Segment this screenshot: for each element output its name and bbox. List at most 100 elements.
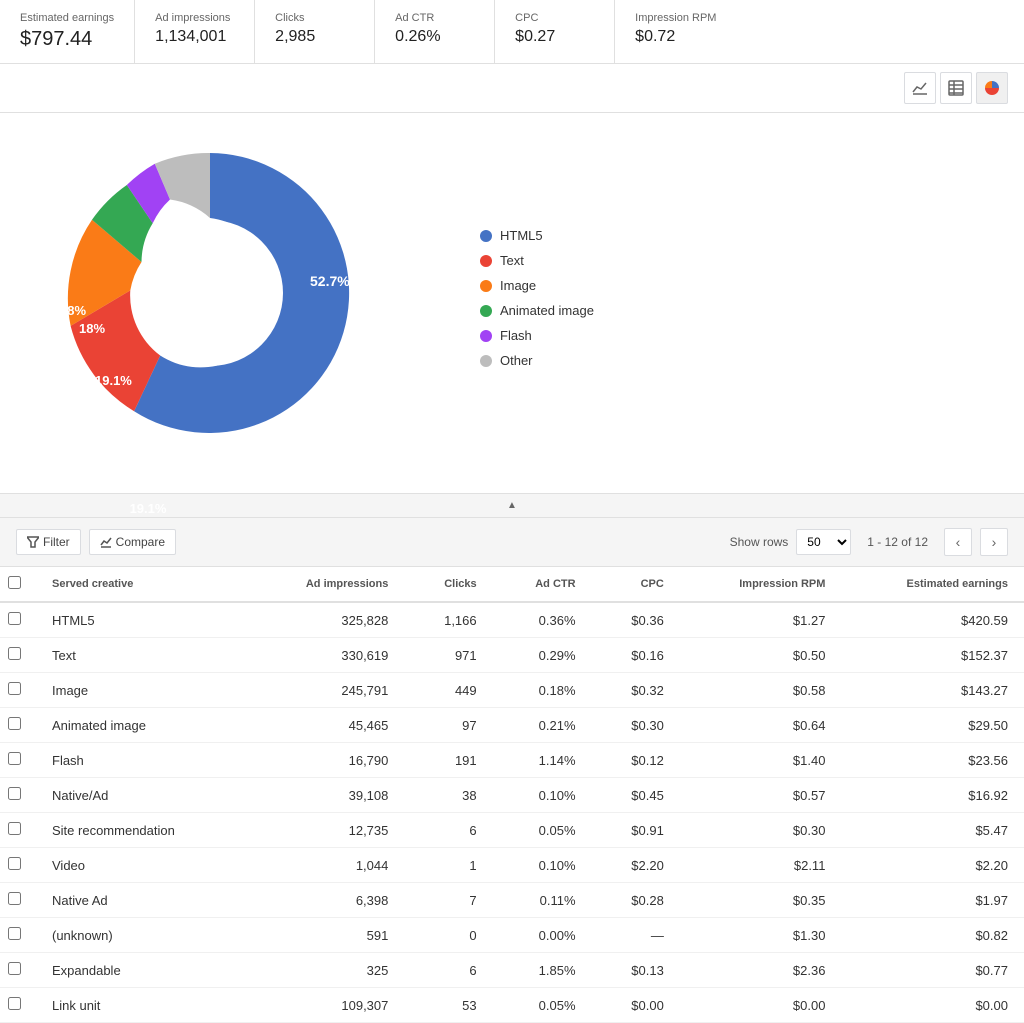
compare-icon [100,536,112,548]
next-page-button[interactable]: › [980,528,1008,556]
row-checkbox[interactable] [8,787,21,800]
legend-item-other: Other [480,353,594,368]
legend-dot-html5 [480,230,492,242]
cell-cpc: $0.36 [592,602,680,638]
cell-earnings: $420.59 [841,602,1024,638]
row-checkbox-cell[interactable] [0,778,36,813]
line-chart-btn[interactable] [904,72,936,104]
cell-impressions: 16,790 [248,743,405,778]
cell-clicks: 191 [404,743,492,778]
select-all-header[interactable] [0,567,36,602]
row-checkbox-cell[interactable] [0,883,36,918]
cell-cpc: $2.20 [592,848,680,883]
pie-chart-btn[interactable] [976,72,1008,104]
cell-earnings: $0.82 [841,918,1024,953]
cell-creative: (unknown) [36,918,248,953]
col-header-clicks: Clicks [404,567,492,602]
table-row: Native Ad 6,398 7 0.11% $0.28 $0.35 $1.9… [0,883,1024,918]
table-row: Site recommendation 12,735 6 0.05% $0.91… [0,813,1024,848]
table-header-row: Served creative Ad impressions Clicks Ad… [0,567,1024,602]
row-checkbox-cell[interactable] [0,673,36,708]
cell-creative: HTML5 [36,602,248,638]
cell-earnings: $23.56 [841,743,1024,778]
legend-item-animated: Animated image [480,303,594,318]
cell-cpc: $0.32 [592,673,680,708]
summary-ad-ctr-value: 0.26% [395,28,474,46]
legend-dot-animated [480,305,492,317]
summary-impression-rpm-label: Impression RPM [635,12,1004,24]
summary-clicks-label: Clicks [275,12,354,24]
filter-button[interactable]: Filter [16,529,81,555]
cell-ctr: 0.10% [493,848,592,883]
cell-earnings: $2.20 [841,848,1024,883]
row-checkbox[interactable] [8,857,21,870]
row-checkbox[interactable] [8,752,21,765]
row-checkbox[interactable] [8,892,21,905]
cell-ctr: 0.18% [493,673,592,708]
cell-clicks: 0 [404,918,492,953]
col-header-ad-impressions: Ad impressions [248,567,405,602]
cell-earnings: $5.47 [841,813,1024,848]
compare-button[interactable]: Compare [89,529,176,555]
col-header-cpc: CPC [592,567,680,602]
summary-ad-impressions-value: 1,134,001 [155,28,234,46]
row-checkbox-cell[interactable] [0,918,36,953]
cell-impressions: 1,044 [248,848,405,883]
cell-ctr: 1.85% [493,953,592,988]
table-view-btn[interactable] [940,72,972,104]
cell-ctr: 1.14% [493,743,592,778]
cell-rpm: $2.11 [680,848,842,883]
summary-ad-ctr: Ad CTR 0.26% [375,0,495,63]
row-checkbox-cell[interactable] [0,602,36,638]
legend-label-flash: Flash [500,328,532,343]
chart-area: 52.7% 19.1% 18% 52.7% 19.1% 18% HTML5 Te… [0,113,1024,493]
cell-impressions: 245,791 [248,673,405,708]
row-checkbox[interactable] [8,822,21,835]
row-checkbox[interactable] [8,927,21,940]
row-checkbox[interactable] [8,647,21,660]
cell-impressions: 330,619 [248,638,405,673]
cell-rpm: $2.36 [680,953,842,988]
table-controls: Filter Compare Show rows 50 100 250 1 - … [0,518,1024,567]
cell-clicks: 6 [404,953,492,988]
legend-dot-text [480,255,492,267]
table-row: Animated image 45,465 97 0.21% $0.30 $0.… [0,708,1024,743]
row-checkbox[interactable] [8,612,21,625]
cell-earnings: $29.50 [841,708,1024,743]
row-checkbox-cell[interactable] [0,708,36,743]
table-row: (unknown) 591 0 0.00% — $1.30 $0.82 [0,918,1024,953]
cell-earnings: $0.77 [841,953,1024,988]
row-checkbox[interactable] [8,997,21,1010]
summary-cpc-label: CPC [515,12,594,24]
cell-cpc: $0.30 [592,708,680,743]
prev-page-button[interactable]: ‹ [944,528,972,556]
cell-cpc: $0.91 [592,813,680,848]
row-checkbox-cell[interactable] [0,848,36,883]
row-checkbox[interactable] [8,682,21,695]
cell-clicks: 6 [404,813,492,848]
cell-rpm: $0.64 [680,708,842,743]
rows-per-page-select[interactable]: 50 100 250 [796,529,851,555]
chart-toolbar [0,64,1024,113]
row-checkbox[interactable] [8,962,21,975]
chart-legend: HTML5 Text Image Animated image Flash Ot… [480,228,594,378]
svg-text:18%: 18% [79,321,105,336]
cell-cpc: — [592,918,680,953]
summary-cpc-value: $0.27 [515,28,594,46]
row-checkbox-cell[interactable] [0,638,36,673]
select-all-checkbox[interactable] [8,576,21,589]
row-checkbox-cell[interactable] [0,988,36,1023]
row-checkbox[interactable] [8,717,21,730]
cell-creative: Native/Ad [36,778,248,813]
compare-label: Compare [116,535,165,549]
row-checkbox-cell[interactable] [0,953,36,988]
col-header-ad-ctr: Ad CTR [493,567,592,602]
cell-impressions: 109,307 [248,988,405,1023]
cell-impressions: 12,735 [248,813,405,848]
cell-creative: Site recommendation [36,813,248,848]
cell-ctr: 0.05% [493,813,592,848]
cell-creative: Link unit [36,988,248,1023]
row-checkbox-cell[interactable] [0,743,36,778]
svg-text:19.1%: 19.1% [130,501,167,516]
row-checkbox-cell[interactable] [0,813,36,848]
